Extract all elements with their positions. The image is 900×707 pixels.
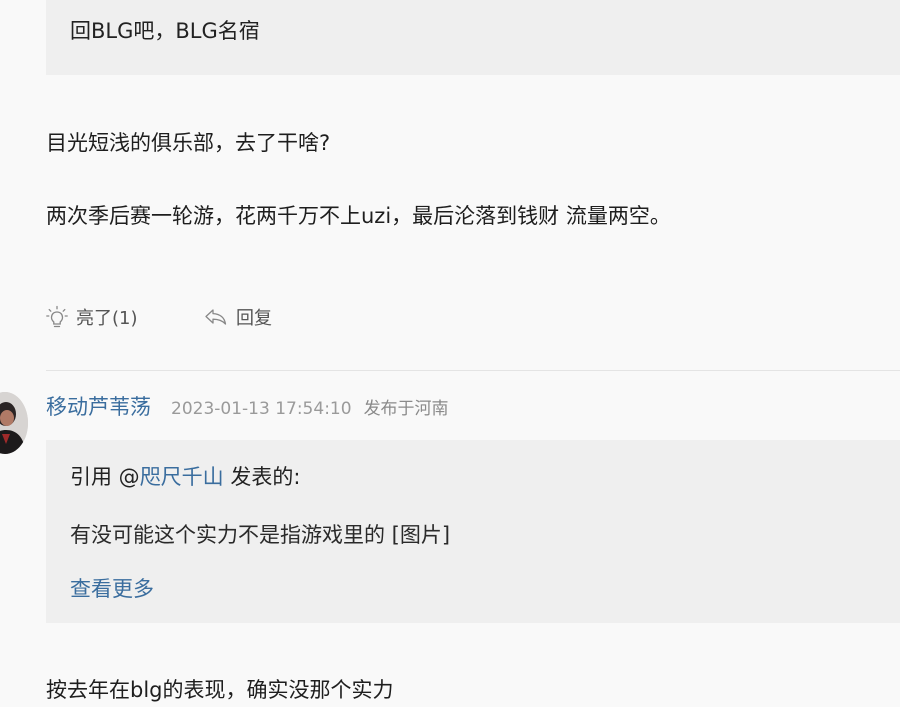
comment-body-line-2: 两次季后赛一轮游，花两千万不上uzi，最后沦落到钱财 流量两空。: [46, 204, 671, 228]
comment-meta: 移动芦苇荡 2023-01-13 17:54:10 发布于河南: [46, 391, 449, 425]
username[interactable]: 移动芦苇荡: [46, 391, 151, 421]
reply-arrow-icon: [204, 307, 228, 327]
like-count-label: 亮了(1): [76, 308, 138, 329]
comment-body-line-1: 目光短浅的俱乐部，去了干啥?: [46, 131, 331, 155]
quote-header: 引用 @咫尺千山 发表的:: [70, 460, 300, 494]
quote-text: 有没可能这个实力不是指游戏里的 [图片]: [70, 523, 451, 547]
comment-divider: [46, 370, 900, 371]
quote-suffix: 发表的:: [223, 465, 301, 489]
quote-prefix: 引用 @: [70, 465, 140, 489]
quoted-user-link[interactable]: 咫尺千山: [140, 465, 224, 489]
timestamp: 2023-01-13 17:54:10: [171, 399, 352, 419]
see-more-link[interactable]: 查看更多: [70, 572, 154, 606]
comment-actions: 亮了(1) 回复: [46, 300, 272, 334]
like-button[interactable]: 亮了(1): [46, 304, 204, 330]
avatar[interactable]: [0, 392, 28, 454]
lightbulb-icon: [46, 305, 68, 329]
location-label: 发布于河南: [363, 399, 449, 419]
reply-button[interactable]: 回复: [204, 304, 272, 330]
reply-label: 回复: [236, 308, 272, 329]
quote-text-previous: 回BLG吧，BLG名宿: [70, 19, 260, 43]
comment-body-line: 按去年在blg的表现，确实没那个实力: [46, 678, 394, 702]
